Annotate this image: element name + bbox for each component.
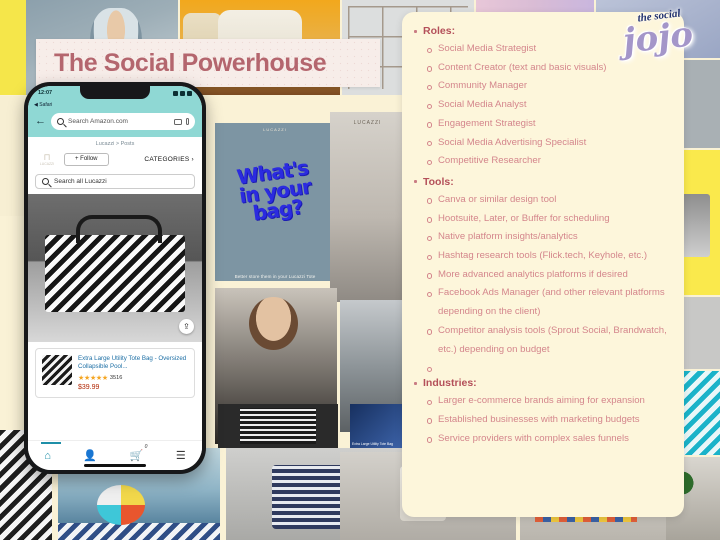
list-item: Hootsuite, Later, or Buffer for scheduli… — [427, 210, 672, 229]
search-placeholder: Search Amazon.com — [68, 118, 128, 125]
list-item: Service providers with complex sales fun… — [427, 430, 672, 449]
collage-navy-caption: Extra Large Utility Tote Bag — [352, 442, 394, 446]
slide-canvas: LUCAZZI What's in your bag? Better store… — [0, 0, 720, 540]
categories-button[interactable]: CATEGORIES › — [144, 156, 194, 163]
menu-icon[interactable]: ☰ — [176, 449, 186, 462]
store-search-input[interactable]: Search all Lucazzi — [35, 174, 195, 189]
collage-tile-black-tote — [218, 404, 338, 448]
cart-icon[interactable]: 🛒 0 — [130, 444, 148, 462]
collage-shopper-brand: LUCAZZI — [353, 120, 382, 126]
cellular-signal-icon — [173, 90, 178, 96]
status-time: 12:07 — [38, 90, 53, 96]
breadcrumb: Lucazzi > Posts — [28, 137, 202, 149]
wifi-icon — [180, 90, 185, 96]
collage-tile-whats-in-your-bag: LUCAZZI What's in your bag? Better store… — [215, 105, 335, 305]
section-heading-label: Tools: — [423, 175, 454, 188]
list-item: Facebook Ads Manager (and other relevant… — [427, 284, 672, 321]
amazon-search-bar: ← Search Amazon.com — [28, 110, 202, 137]
collage-whatsbag-headline: What's in your bag? — [216, 155, 335, 227]
product-hero-image: ⇪ — [28, 194, 202, 342]
safari-back-link[interactable]: ◀ Safari — [28, 100, 202, 110]
section-item-list: Larger e-commerce brands aiming for expa… — [412, 392, 672, 448]
collage-tile-navy-ad: Extra Large Utility Tote Bag — [350, 404, 402, 448]
product-title[interactable]: Extra Large Utility Tote Bag - Oversized… — [78, 355, 188, 372]
store-logo-label: LUCAZZI — [39, 161, 55, 166]
collage-whatsbag-brand: LUCAZZI — [263, 127, 287, 132]
list-item: Larger e-commerce brands aiming for expa… — [427, 392, 672, 411]
product-info: Extra Large Utility Tote Bag - Oversized… — [78, 355, 188, 391]
bullet-icon — [414, 180, 417, 184]
chevron-tote-illustration — [45, 215, 185, 313]
microphone-icon[interactable] — [185, 118, 189, 125]
battery-icon — [187, 90, 192, 96]
collage-whatsbag-subtext: Better store them in your Lucazzi Tote — [234, 274, 316, 279]
product-card[interactable]: Extra Large Utility Tote Bag - Oversized… — [35, 348, 195, 398]
phone-notch — [80, 86, 150, 99]
panel-section: Tools: Canva or similar design tool Hootsu… — [412, 173, 672, 373]
store-logo: ⊓ LUCAZZI — [36, 149, 58, 169]
home-indicator — [84, 464, 146, 467]
account-icon[interactable]: 👤 — [83, 449, 97, 462]
product-rating: ★★★★★ 3516 — [78, 374, 188, 382]
section-item-list: Canva or similar design tool Hootsuite, L… — [412, 191, 672, 373]
section-heading: Industries: — [412, 374, 672, 392]
brand-logo-name: jojo — [621, 14, 695, 62]
page-title: The Social Powerhouse — [54, 48, 327, 77]
list-item: Competitive Researcher — [427, 152, 672, 171]
list-item: Engagement Strategist — [427, 115, 672, 134]
bullet-icon — [414, 381, 417, 385]
list-item: Hashtag research tools (Flick.tech, Keyh… — [427, 247, 672, 266]
collage-tile-yellow-left — [0, 0, 26, 95]
phone-mockup: 12:07 ◀ Safari ← Search Amazon.com Lucaz… — [24, 82, 206, 474]
review-count: 3516 — [109, 374, 123, 381]
info-panel: Roles: Social Media Strategist Content Cre… — [402, 12, 684, 517]
status-icons — [173, 90, 192, 96]
slide-title-banner: The Social Powerhouse — [36, 39, 380, 87]
bottom-navigation: ⌂ 👤 🛒 0 ☰ — [28, 440, 202, 470]
safari-back-label: Safari — [39, 102, 53, 108]
list-item: Native platform insights/analytics — [427, 228, 672, 247]
collage-tile-shopper-photo: LUCAZZI — [330, 112, 405, 302]
bullet-icon — [414, 29, 417, 33]
back-arrow-icon[interactable]: ← — [35, 116, 46, 127]
store-logo-glyph: ⊓ — [43, 151, 51, 162]
star-rating-icon: ★★★★★ — [78, 374, 108, 382]
chevron-right-icon: › — [191, 155, 194, 163]
list-item: Competitor analysis tools (Sprout Social… — [427, 322, 672, 359]
list-item — [427, 359, 672, 373]
home-icon[interactable]: ⌂ — [41, 441, 61, 462]
store-brand-row: ⊓ LUCAZZI + Follow CATEGORIES › — [28, 149, 202, 174]
list-item: Community Manager — [427, 77, 672, 96]
product-price: $39.99 — [78, 383, 100, 391]
brand-logo: the social jojo — [610, 4, 706, 64]
search-input[interactable]: Search Amazon.com — [51, 113, 195, 130]
camera-icon[interactable] — [173, 118, 182, 125]
panel-section: Industries: Larger e-commerce brands aimi… — [412, 374, 672, 448]
phone-screen: 12:07 ◀ Safari ← Search Amazon.com Lucaz… — [28, 86, 202, 470]
section-heading: Tools: — [412, 173, 672, 191]
section-heading-label: Industries: — [423, 377, 477, 390]
share-icon[interactable]: ⇪ — [179, 319, 194, 334]
categories-label: CATEGORIES — [144, 155, 190, 163]
list-item: Social Media Advertising Specialist — [427, 134, 672, 153]
section-heading-label: Roles: — [423, 25, 456, 37]
list-item: Canva or similar design tool — [427, 191, 672, 210]
cart-badge: 0 — [144, 444, 148, 450]
follow-button[interactable]: + Follow — [64, 152, 109, 166]
list-item: Social Media Analyst — [427, 96, 672, 115]
store-search-placeholder: Search all Lucazzi — [54, 178, 107, 185]
list-item: More advanced analytics platforms if des… — [427, 266, 672, 285]
list-item: Established businesses with marketing bu… — [427, 411, 672, 430]
collage-tile-cream-left — [0, 96, 24, 216]
search-icon — [57, 118, 64, 125]
search-icon-store — [42, 178, 49, 185]
product-thumbnail — [42, 355, 72, 385]
